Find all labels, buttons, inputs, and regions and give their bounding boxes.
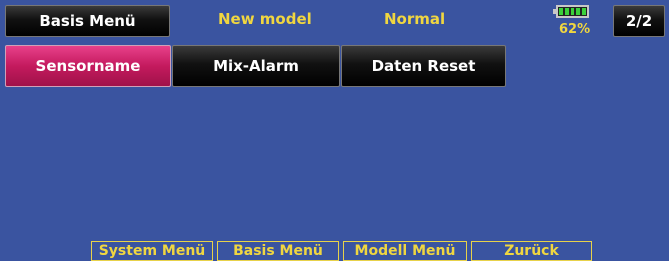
modell-menu-label: Modell Menü (354, 243, 456, 259)
battery-indicator: 62% (551, 3, 603, 37)
system-menu-label: System Menü (98, 243, 206, 259)
tab-sensorname-label: Sensorname (35, 57, 141, 75)
menu-title-label: Basis Menü (39, 12, 136, 30)
tab-daten-reset-label: Daten Reset (371, 57, 476, 75)
condition-label: Normal (384, 10, 446, 28)
menu-title-button[interactable]: Basis Menü (5, 5, 170, 37)
tab-daten-reset[interactable]: Daten Reset (341, 45, 506, 87)
model-name: New model (218, 10, 312, 28)
basis-menu-button[interactable]: Basis Menü (217, 241, 339, 261)
system-menu-button[interactable]: System Menü (91, 241, 213, 261)
tab-sensorname[interactable]: Sensorname (5, 45, 171, 87)
modell-menu-button[interactable]: Modell Menü (343, 241, 467, 261)
page-indicator-label: 2/2 (625, 12, 653, 30)
tab-mix-alarm-label: Mix-Alarm (213, 57, 299, 75)
basis-menu-label: Basis Menü (233, 243, 323, 259)
back-label: Zurück (504, 243, 559, 259)
tab-mix-alarm[interactable]: Mix-Alarm (172, 45, 340, 87)
battery-percent: 62% (559, 22, 591, 37)
back-button[interactable]: Zurück (471, 241, 592, 261)
page-indicator-button[interactable]: 2/2 (613, 5, 665, 37)
battery-icon (556, 5, 589, 18)
